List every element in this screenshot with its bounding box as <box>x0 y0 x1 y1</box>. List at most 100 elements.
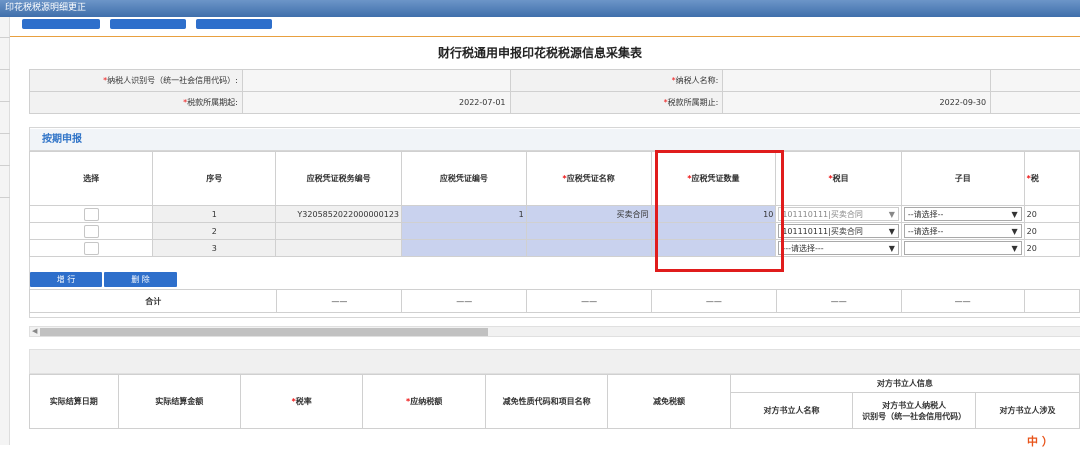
separator <box>10 36 1080 37</box>
taxpayer-name-label: *纳税人名称: <box>509 69 724 92</box>
col-relief-amount: 减免税额 <box>607 374 731 429</box>
table-row: 1 Y3205852022000000123 1 买卖合同 10 1011101… <box>28 205 1080 223</box>
col-tax-payable: *应纳税额 <box>362 374 486 429</box>
gutter-line <box>0 101 10 102</box>
row-checkbox[interactable] <box>83 224 99 238</box>
voucher-table: 选择 序号 应税凭证税务编号 应税凭证编号 *应税凭证名称 *应税凭证数量 *税… <box>28 151 1080 257</box>
toolbar-button-2[interactable] <box>110 19 186 29</box>
row-voucher-no[interactable]: 1 <box>401 205 527 223</box>
summary-row: 合计 —— —— —— —— —— —— <box>28 289 1080 313</box>
chevron-down-icon: ▼ <box>1011 226 1018 236</box>
row-checkbox[interactable] <box>83 207 99 221</box>
col-counterparty-group: 对方书立人信息 <box>729 374 1080 393</box>
tax-item-select[interactable]: 101110111|买卖合同 ▼ <box>778 224 899 238</box>
highlight-box <box>655 150 784 272</box>
col-voucher-name: *应税凭证名称 <box>525 151 652 206</box>
row-select[interactable] <box>28 205 154 223</box>
row-voucher-no[interactable] <box>401 239 527 257</box>
col-counterparty-more: 对方书立人涉及 <box>974 392 1080 429</box>
toolbar-button-1[interactable] <box>22 19 100 29</box>
gutter-line <box>0 197 10 198</box>
row-voucher-no[interactable] <box>401 222 527 240</box>
col-next: *税 <box>1023 151 1080 206</box>
taxpayer-name-value <box>722 69 992 92</box>
row-seq: 2 <box>152 222 277 240</box>
gutter-line <box>0 133 10 134</box>
row-tax-item[interactable]: 101110111|买卖合同 ▼ <box>775 205 902 223</box>
col-select: 选择 <box>28 151 154 206</box>
scrollbar-thumb[interactable] <box>40 328 488 336</box>
row-tax-item[interactable]: ---请选择--- ▼ <box>775 239 902 257</box>
info-extra-cell <box>990 69 1080 92</box>
chevron-down-icon: ▼ <box>1011 243 1018 253</box>
summary-cell: —— <box>401 289 528 313</box>
summary-label: 合计 <box>28 289 278 313</box>
delete-row-button[interactable]: 删 除 <box>104 272 177 287</box>
chevron-down-icon: ▼ <box>888 209 895 219</box>
row-select[interactable] <box>28 222 154 240</box>
row-checkbox[interactable] <box>83 241 99 255</box>
taxpayer-info: *纳税人识别号（统一社会信用代码）: *纳税人名称: *税款所属期起: 2022… <box>29 69 1080 114</box>
row-tax-no: Y3205852022000000123 <box>275 205 402 223</box>
summary-cell: —— <box>650 289 777 313</box>
chevron-down-icon: ▼ <box>1011 209 1018 219</box>
sub-item-select[interactable]: --请选择-- ▼ <box>903 207 1022 221</box>
taxpayer-id-value <box>241 69 511 92</box>
row-tax-item[interactable]: 101110111|买卖合同 ▼ <box>775 222 902 240</box>
settlement-table: 实际结算日期 实际结算金额 *税率 *应纳税额 减免性质代码和项目名称 减免税额… <box>29 374 1080 429</box>
row-sub-item[interactable]: --请选择-- ▼ <box>900 222 1025 240</box>
summary-cell: —— <box>900 289 1025 313</box>
section-title: 按期申报 <box>30 129 1080 151</box>
table-row: 3 ---请选择--- ▼ ▼ 20 <box>28 239 1080 257</box>
col-actual-settle-date: 实际结算日期 <box>29 374 119 429</box>
row-voucher-name[interactable] <box>525 222 652 240</box>
gutter-line <box>0 69 10 70</box>
col-tax-rate: *税率 <box>239 374 364 429</box>
left-gutter <box>0 17 10 445</box>
chevron-down-icon: ▼ <box>888 226 895 236</box>
col-sub-item: 子目 <box>900 151 1025 206</box>
col-counterparty-id: 对方书立人纳税人 识别号（统一社会信用代码） <box>852 392 976 429</box>
chevron-down-icon: ▼ <box>888 243 895 253</box>
row-sub-item[interactable]: --请选择-- ▼ <box>900 205 1025 223</box>
bottom-section-bar <box>29 349 1080 374</box>
row-select[interactable] <box>28 239 154 257</box>
col-relief-code: 减免性质代码和项目名称 <box>484 374 609 429</box>
form-title: 财行税通用申报印花税税源信息采集表 <box>437 46 642 60</box>
period-end-value: 2022-09-30 <box>722 91 992 114</box>
col-seq: 序号 <box>152 151 277 206</box>
col-actual-settle-amount: 实际结算金额 <box>117 374 241 429</box>
row-next: 20 <box>1023 239 1080 257</box>
horizontal-scrollbar[interactable]: ◀ <box>29 326 1080 337</box>
col-voucher-no: 应税凭证编号 <box>401 151 527 206</box>
row-seq: 3 <box>152 239 277 257</box>
add-row-button[interactable]: 增 行 <box>30 272 102 287</box>
taxpayer-id-label: *纳税人识别号（统一社会信用代码）: <box>29 69 243 92</box>
summary-cell: —— <box>526 289 652 313</box>
logo: 中 ） <box>1027 435 1053 448</box>
row-voucher-name[interactable]: 买卖合同 <box>525 205 652 223</box>
col-tax-item: *税目 <box>775 151 902 206</box>
gutter-line <box>0 37 10 38</box>
scroll-left-icon[interactable]: ◀ <box>32 327 37 336</box>
row-next: 20 <box>1023 222 1080 240</box>
table-header: 选择 序号 应税凭证税务编号 应税凭证编号 *应税凭证名称 *应税凭证数量 *税… <box>28 151 1080 206</box>
row-voucher-name[interactable] <box>525 239 652 257</box>
summary-cell: —— <box>276 289 403 313</box>
tax-item-select[interactable]: 101110111|买卖合同 ▼ <box>778 207 899 221</box>
sub-item-select[interactable]: --请选择-- ▼ <box>903 224 1022 238</box>
tax-item-select[interactable]: ---请选择--- ▼ <box>778 241 899 255</box>
row-tax-no <box>275 222 402 240</box>
gutter-line <box>0 165 10 166</box>
toolbar-button-3[interactable] <box>196 19 272 29</box>
sub-item-select[interactable]: ▼ <box>903 241 1022 255</box>
summary-cell: —— <box>775 289 902 313</box>
window-title: 印花税税源明细更正 <box>0 0 1080 17</box>
col-counterparty-name: 对方书立人名称 <box>729 392 854 429</box>
info-extra-cell <box>990 91 1080 114</box>
row-tax-no <box>275 239 402 257</box>
summary-cell <box>1023 289 1080 313</box>
row-sub-item[interactable]: ▼ <box>900 239 1025 257</box>
col-voucher-tax-no: 应税凭证税务编号 <box>275 151 402 206</box>
row-next: 20 <box>1023 205 1080 223</box>
